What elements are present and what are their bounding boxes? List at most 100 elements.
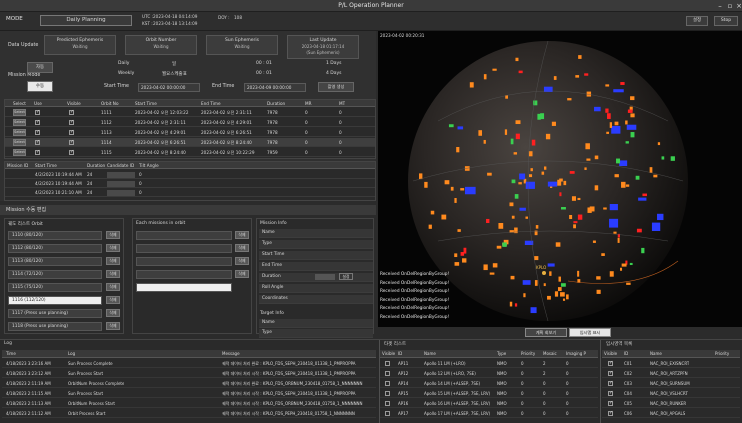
delete-button[interactable]: 삭제	[106, 244, 120, 252]
select-button[interactable]: Select	[13, 139, 26, 146]
end-time-input[interactable]: 2023-04-09 00:00:00	[244, 83, 306, 92]
region-marker[interactable]	[625, 184, 630, 187]
visible-checkbox[interactable]	[385, 361, 390, 366]
region-marker[interactable]	[619, 267, 623, 271]
region-marker[interactable]	[616, 158, 621, 164]
region-marker[interactable]	[621, 181, 626, 188]
orbit-list-item[interactable]: 1110 (80/120)	[8, 231, 102, 240]
region-row[interactable]: C01 NAC_ROI_EXISNCRT	[602, 359, 740, 368]
region-marker[interactable]	[578, 55, 582, 59]
target-row[interactable]: AP16 Apollo 16 LM (+ALSEP, 7SE, LRV) NMO 0 0…	[380, 399, 598, 408]
visible-checkbox[interactable]	[608, 390, 613, 396]
region-marker[interactable]	[613, 231, 617, 234]
delete-button[interactable]: 삭제	[235, 244, 249, 252]
region-marker[interactable]	[525, 181, 535, 189]
region-marker[interactable]	[584, 167, 587, 170]
visible-checkbox[interactable]	[69, 109, 74, 115]
region-marker[interactable]	[515, 120, 521, 125]
use-checkbox[interactable]	[35, 139, 40, 145]
close-icon[interactable]: ×	[735, 2, 742, 10]
mission-list-item[interactable]	[136, 270, 232, 279]
use-checkbox[interactable]	[35, 109, 40, 115]
region-marker[interactable]	[504, 129, 508, 135]
visible-checkbox[interactable]	[385, 411, 390, 416]
region-marker[interactable]	[553, 76, 557, 80]
region-marker[interactable]	[586, 158, 591, 161]
mission-list-item[interactable]	[136, 244, 232, 253]
region-marker[interactable]	[594, 106, 601, 112]
visible-checkbox[interactable]	[608, 400, 613, 406]
minimize-icon[interactable]: –	[716, 2, 724, 10]
delete-button[interactable]: 삭제	[106, 283, 120, 291]
delete-button[interactable]: 삭제	[235, 231, 249, 239]
delete-button[interactable]: 삭제	[106, 257, 120, 265]
table-row[interactable]: Select 1114 2023-04-02 오전 6:26:51 2023-04-0…	[5, 138, 375, 147]
target-row[interactable]: AP15 Apollo 15 LM (+ALSEP, 7SE, LRV) NMO 0 0…	[380, 389, 598, 398]
region-marker[interactable]	[594, 185, 599, 191]
delete-button[interactable]: 삭제	[106, 296, 120, 304]
region-marker[interactable]	[454, 262, 460, 266]
region-marker[interactable]	[603, 207, 607, 210]
temp-map-button[interactable]: 임시맵 표시	[569, 328, 611, 337]
region-marker[interactable]	[577, 197, 581, 201]
region-marker[interactable]	[584, 73, 589, 76]
region-marker[interactable]	[626, 124, 637, 130]
region-marker[interactable]	[511, 215, 515, 219]
region-marker[interactable]	[460, 252, 465, 256]
region-marker[interactable]	[613, 89, 624, 93]
region-marker[interactable]	[457, 229, 461, 232]
orbit-list-item[interactable]: 1116 (112/120)	[8, 296, 102, 305]
region-marker[interactable]	[626, 282, 631, 285]
log-row[interactable]: 4/18/2023 2:11:12 AM Orbit Process Start 궤…	[2, 409, 376, 418]
region-marker[interactable]	[419, 173, 423, 180]
table-row[interactable]: Select 1113 2023-04-02 오전 4:29:01 2023-04-0…	[5, 128, 375, 137]
region-marker[interactable]	[530, 307, 537, 314]
region-marker[interactable]	[649, 167, 653, 173]
region-marker[interactable]	[448, 124, 454, 128]
cell-candidate[interactable]	[107, 181, 135, 187]
region-marker[interactable]	[587, 207, 592, 213]
mode-select[interactable]: Daily Planning	[40, 15, 132, 26]
region-marker[interactable]	[528, 174, 533, 178]
region-marker[interactable]	[514, 194, 519, 199]
region-marker[interactable]	[528, 151, 533, 157]
region-marker[interactable]	[456, 147, 460, 153]
orbit-list-item[interactable]: 1115 (75/120)	[8, 283, 102, 292]
region-marker[interactable]	[629, 262, 633, 266]
region-row[interactable]: C03 NAC_ROI_SURNSUM	[602, 379, 740, 388]
select-button[interactable]: Select	[13, 109, 26, 116]
region-marker[interactable]	[547, 295, 551, 300]
region-marker[interactable]	[518, 70, 523, 74]
region-marker[interactable]	[630, 96, 635, 101]
region-row[interactable]: C05 NAC_ROI_RUNKER	[602, 399, 740, 408]
region-marker[interactable]	[483, 74, 487, 80]
region-marker[interactable]	[547, 181, 558, 187]
region-marker[interactable]	[515, 133, 520, 140]
select-button[interactable]: Select	[13, 119, 26, 126]
region-marker[interactable]	[460, 188, 465, 191]
region-marker[interactable]	[554, 291, 559, 297]
region-row[interactable]: C06 NAC_ROI_APGALS	[602, 409, 740, 418]
region-marker[interactable]	[502, 242, 507, 247]
region-marker[interactable]	[569, 214, 573, 220]
region-marker[interactable]	[522, 280, 531, 285]
start-time-input[interactable]: 2023-04-02 00:00:00	[138, 83, 200, 92]
stop-button[interactable]: Stop	[714, 16, 738, 26]
cell-candidate[interactable]	[107, 172, 135, 178]
target-row[interactable]: AP12 Apollo 12 LM (+LRO, 7SE) NMO 0 2 0	[380, 369, 598, 378]
table-row[interactable]: Select 1112 2023-04-02 오전 2:31:11 2023-04-0…	[5, 118, 375, 127]
region-marker[interactable]	[457, 126, 464, 130]
region-marker[interactable]	[515, 57, 519, 62]
region-marker[interactable]	[571, 196, 576, 201]
duration-set-button[interactable]: 설정	[339, 273, 353, 280]
region-marker[interactable]	[478, 130, 483, 136]
region-marker[interactable]	[428, 224, 432, 229]
region-marker[interactable]	[454, 198, 457, 203]
region-marker[interactable]	[534, 256, 539, 261]
region-marker[interactable]	[509, 301, 513, 307]
region-marker[interactable]	[560, 292, 565, 297]
region-marker[interactable]	[625, 120, 628, 125]
region-marker[interactable]	[561, 207, 566, 210]
use-checkbox[interactable]	[35, 119, 40, 125]
region-marker[interactable]	[635, 175, 640, 180]
